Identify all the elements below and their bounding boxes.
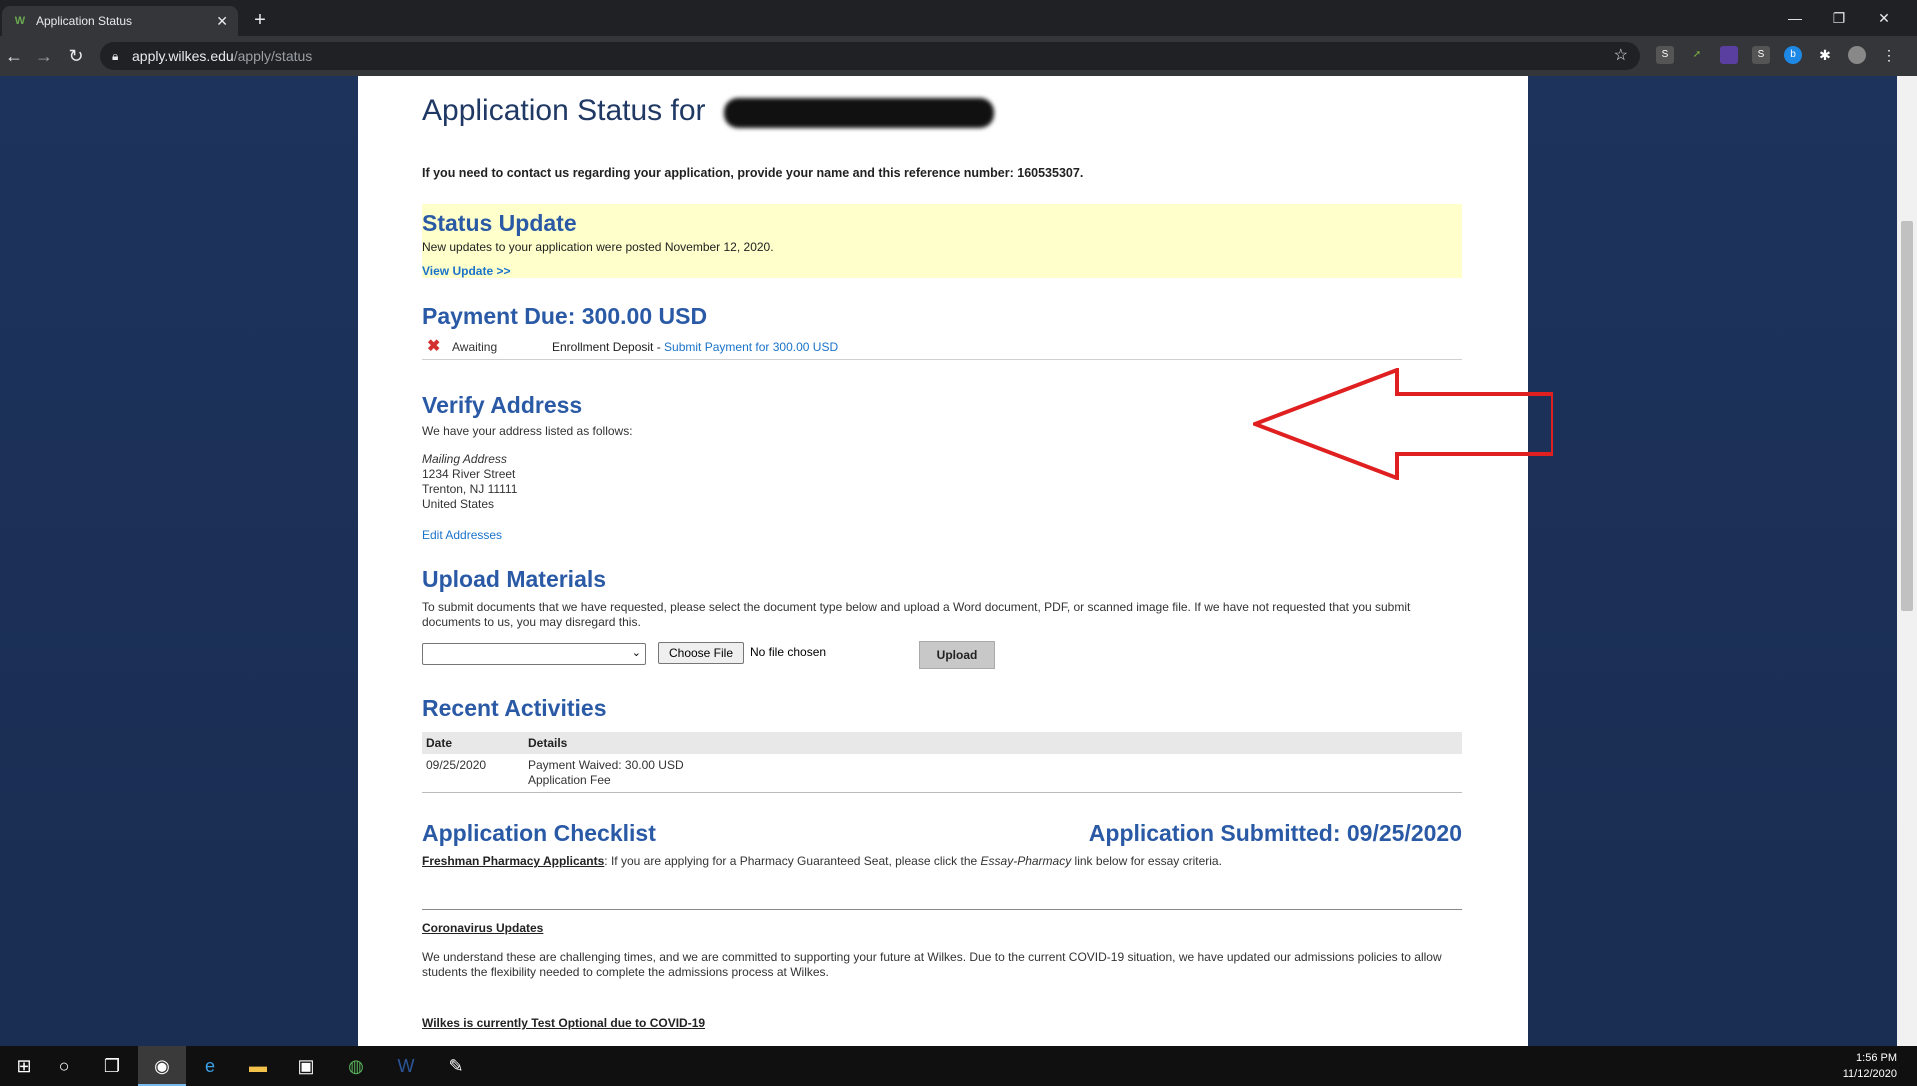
lock-icon: 🔒︎ [112,49,119,63]
taskbar-clock[interactable]: 1:56 PM 11/12/2020 [1843,1050,1897,1082]
new-tab-icon[interactable]: + [248,9,272,33]
payment-item: Enrollment Deposit - Submit Payment for … [552,340,838,354]
avatar[interactable] [1848,46,1866,64]
word-icon[interactable]: W [382,1046,430,1086]
verify-address-heading: Verify Address [422,392,583,418]
table-row: 09/25/2020 Payment Waived: 30.00 USD App… [422,754,1462,793]
tab-title: Application Status [36,14,133,28]
upload-materials-heading: Upload Materials [422,566,607,592]
recent-activities-heading: Recent Activities [422,695,607,721]
coronavirus-heading: Coronavirus Updates [422,921,544,935]
status-update-box: Status Update New updates to your applic… [422,204,1462,278]
application-checklist-heading: Application Checklist [422,820,656,846]
file-explorer-icon[interactable]: ▬ [234,1046,282,1086]
address-line1: 1234 River Street [422,467,516,481]
redacted-name [724,98,994,128]
address-line2: Trenton, NJ 11111 [422,482,518,496]
tab-close-icon[interactable]: ✕ [216,13,228,30]
payment-row: ✖ Awaiting Enrollment Deposit - Submit P… [422,336,1462,360]
url-host: apply.wilkes.edu [132,48,234,64]
page-card: Application Status for If you need to co… [358,76,1553,1046]
taskbar: ⊞ ○ ❐ ◉ e ▬ ▣ ◍ W ✎ 1:56 PM 11/12/2020 [0,1046,1917,1086]
browser-tab[interactable]: W Application Status ✕ [2,6,238,36]
submit-payment-link[interactable]: Submit Payment for 300.00 USD [664,340,838,354]
url-text: apply.wilkes.edu/apply/status [132,42,312,70]
test-optional-heading: Wilkes is currently Test Optional due to… [422,1016,706,1030]
clock-date: 11/12/2020 [1842,1068,1897,1080]
no-file-chosen-label: No file chosen [750,645,827,659]
minimize-icon[interactable]: — [1773,0,1817,36]
window-close-icon[interactable]: ✕ [1862,0,1906,36]
menu-icon[interactable]: ⋮ [1880,46,1898,64]
annotation-arrow-icon [1253,368,1553,480]
search-icon[interactable]: ○ [40,1046,88,1086]
coronavirus-text: We understand these are challenging time… [422,950,1442,979]
browser-toolbar: ← → ↻ 🔒︎ apply.wilkes.edu/apply/status ☆… [0,36,1917,76]
edge-icon[interactable]: e [186,1046,234,1086]
back-icon[interactable]: ← [2,44,26,68]
chrome-icon[interactable]: ◉ [138,1046,186,1086]
payment-status: Awaiting [452,340,498,354]
star-icon[interactable]: ☆ [1614,42,1628,70]
address-line3: United States [422,497,495,511]
url-path: /apply/status [233,48,313,64]
edit-addresses-link[interactable]: Edit Addresses [422,528,502,542]
page-scrollbar[interactable] [1897,76,1917,1046]
row-detail: Payment Waived: 30.00 USD [528,758,684,772]
choose-file-button[interactable]: Choose File [658,642,744,664]
clock-time: 1:56 PM [1856,1052,1897,1064]
view-update-link[interactable]: View Update >> [422,264,510,278]
freshman-pharmacy-label: Freshman Pharmacy Applicants [422,854,605,868]
task-view-icon[interactable]: ❐ [88,1046,136,1086]
store-icon[interactable]: ▣ [282,1046,330,1086]
status-update-heading: Status Update [422,210,577,236]
wilkes-favicon-icon: W [14,15,26,27]
x-mark-icon: ✖ [427,338,441,355]
address-intro: We have your address listed as follows: [422,424,633,438]
extensions-icon[interactable]: ✱ [1816,46,1834,64]
forward-icon[interactable]: → [32,44,56,68]
scrollbar-thumb[interactable] [1901,221,1913,611]
essay-pharmacy-text: Essay-Pharmacy [980,854,1072,868]
upload-button[interactable]: Upload [919,641,995,669]
column-date: Date [426,736,453,750]
address-bar[interactable]: 🔒︎ apply.wilkes.edu/apply/status ☆ [100,42,1640,70]
tab-strip: W Application Status ✕ + — ❐ ✕ [0,0,1917,36]
purple-extension-icon[interactable] [1720,46,1738,64]
payment-due-heading: Payment Due: 300.00 USD [422,303,708,329]
page-title: Application Status for [422,94,706,127]
freshman-text-b: link below for essay criteria. [1071,854,1222,868]
page-viewport: Application Status for If you need to co… [0,76,1897,1046]
paint-icon[interactable]: ✎ [432,1046,480,1086]
skype-extension-icon[interactable]: S [1656,46,1674,64]
freshman-text-a: : If you are applying for a Pharmacy Gua… [604,854,981,868]
divider [422,909,1462,910]
s-extension-icon[interactable]: S [1752,46,1770,64]
payment-item-label: Enrollment Deposit - [552,340,665,354]
freshman-pharmacy-note: Freshman Pharmacy Applicants: If you are… [422,854,1222,868]
reference-line: If you need to contact us regarding your… [422,166,1084,180]
maps-icon[interactable]: ◍ [332,1046,380,1086]
row-detail-sub: Application Fee [528,773,611,787]
document-type-select[interactable]: ⌄ [422,643,646,665]
table-header: Date Details [422,732,1462,754]
b-extension-icon[interactable]: b [1784,46,1802,64]
restore-icon[interactable]: ❐ [1817,0,1861,36]
reload-icon[interactable]: ↻ [64,44,88,68]
status-update-posted: New updates to your application were pos… [422,240,774,254]
row-date: 09/25/2020 [426,758,487,772]
upload-instructions: To submit documents that we have request… [422,600,1411,629]
address-label: Mailing Address [422,452,507,466]
arrow-extension-icon[interactable]: ➚ [1688,46,1706,64]
chevron-down-icon: ⌄ [631,647,641,659]
mailing-address: Mailing Address 1234 River Street Trento… [422,452,517,512]
column-details: Details [528,736,568,750]
application-submitted-heading: Application Submitted: 09/25/2020 [1088,820,1462,846]
